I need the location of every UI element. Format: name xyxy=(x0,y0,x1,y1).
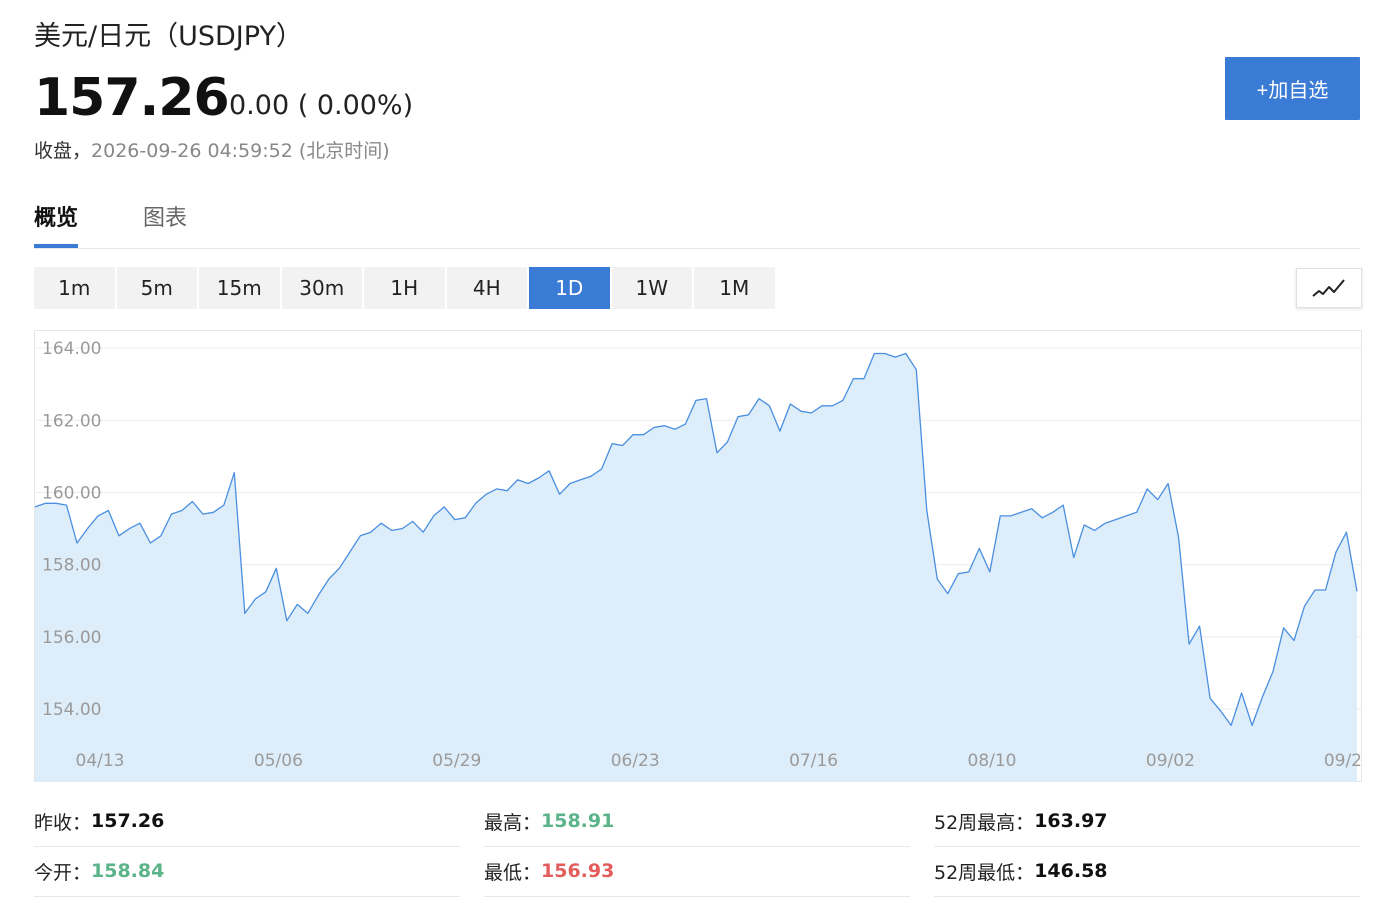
price-chart[interactable]: 154.00 156.00 158.00 160.00 162.00 164.00 04/1… xyxy=(34,330,1362,782)
y-tick-label: 158.00 xyxy=(42,556,101,576)
period-1w[interactable]: 1W xyxy=(611,267,692,309)
stat-value: 156.93 xyxy=(541,860,615,882)
price-change: 0.00 ( 0.00%) xyxy=(229,90,414,121)
tab-overview[interactable]: 概览 xyxy=(34,200,79,248)
x-tick-label: 08/10 xyxy=(968,751,1017,771)
stat-value: 157.26 xyxy=(91,810,165,832)
x-tick-label: 05/29 xyxy=(432,751,481,771)
period-1mo[interactable]: 1M xyxy=(694,267,775,309)
stat-label: 最高： xyxy=(484,811,542,834)
period-30m[interactable]: 30m xyxy=(281,267,362,309)
market-status: 收盘，2026-09-26 04:59:52 (北京时间) xyxy=(34,136,390,163)
stat-prev-close: 昨收： 157.26 xyxy=(34,796,460,847)
stat-label: 最低： xyxy=(484,861,542,884)
y-tick-label: 156.00 xyxy=(42,628,101,648)
x-tick-label: 07/16 xyxy=(789,751,838,771)
y-tick-label: 164.00 xyxy=(42,339,101,359)
stat-open: 今开： 158.84 xyxy=(34,846,460,897)
period-selector: 1m 5m 15m 30m 1H 4H 1D 1W 1M xyxy=(34,267,775,309)
x-tick-label: 09/02 xyxy=(1146,751,1195,771)
tab-chart[interactable]: 图表 xyxy=(143,200,187,244)
period-1h[interactable]: 1H xyxy=(364,267,445,309)
period-5m[interactable]: 5m xyxy=(116,267,197,309)
stat-value: 158.84 xyxy=(91,860,165,882)
period-15m[interactable]: 15m xyxy=(199,267,280,309)
y-tick-label: 162.00 xyxy=(42,411,101,431)
x-tick-label: 04/13 xyxy=(76,751,125,771)
stat-low: 最低： 156.93 xyxy=(484,846,910,897)
tab-bar: 概览 图表 xyxy=(34,196,1360,249)
period-4h[interactable]: 4H xyxy=(446,267,527,309)
stat-label: 52周最高： xyxy=(934,811,1035,834)
y-tick-label: 154.00 xyxy=(42,700,101,720)
stat-label: 52周最低： xyxy=(934,861,1035,884)
x-tick-label: 05/06 xyxy=(254,751,303,771)
stat-high: 最高： 158.91 xyxy=(484,796,910,847)
stat-value: 158.91 xyxy=(541,810,615,832)
stat-label: 今开： xyxy=(34,861,92,884)
period-1m[interactable]: 1m xyxy=(34,267,115,309)
stat-52w-high: 52周最高： 163.97 xyxy=(934,796,1360,847)
page-title: 美元/日元（USDJPY） xyxy=(34,21,303,52)
period-1d[interactable]: 1D xyxy=(529,267,610,309)
y-tick-label: 160.00 xyxy=(42,483,101,503)
stat-label: 昨收： xyxy=(34,811,92,834)
stat-value: 163.97 xyxy=(1034,810,1108,832)
stat-52w-low: 52周最低： 146.58 xyxy=(934,846,1360,897)
stat-value: 146.58 xyxy=(1034,860,1108,882)
x-tick-label: 06/23 xyxy=(611,751,660,771)
add-watchlist-button[interactable]: +加自选 xyxy=(1225,57,1360,120)
chart-svg: 154.00 156.00 158.00 160.00 162.00 164.00 04/1… xyxy=(34,330,1362,782)
line-chart-icon xyxy=(1312,279,1345,297)
status-label: 收盘， xyxy=(34,140,92,162)
last-price: 157.26 xyxy=(34,68,230,128)
chart-type-button[interactable] xyxy=(1296,268,1362,308)
x-tick-label: 09/2 xyxy=(1324,751,1362,771)
timestamp: 2026-09-26 04:59:52 (北京时间) xyxy=(91,140,390,162)
